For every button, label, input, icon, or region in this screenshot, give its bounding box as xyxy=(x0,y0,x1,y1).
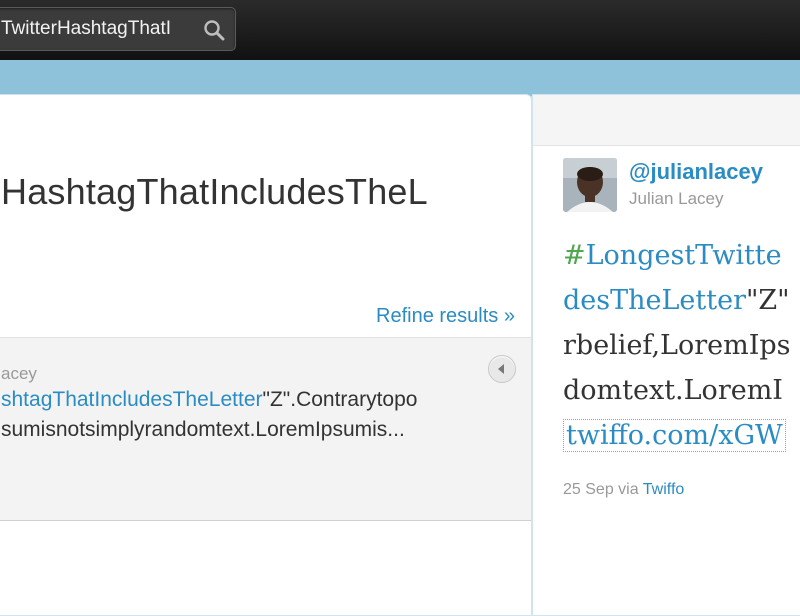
page-title: HashtagThatIncludesTheL xyxy=(1,171,428,212)
header-band xyxy=(0,60,800,96)
search-box[interactable] xyxy=(0,7,236,51)
source-link[interactable]: Twiffo xyxy=(643,481,685,498)
user-full-name: Julian Lacey xyxy=(629,189,724,208)
hash-symbol[interactable]: # xyxy=(563,240,586,271)
detail-header xyxy=(533,95,800,146)
tweet-body: #LongestTwitte desTheLetter"Z" rbelief,L… xyxy=(563,233,800,458)
tweet-line-5: twiffo.com/xGW xyxy=(563,413,800,458)
tweet-meta: 25 Sep via Twiffo xyxy=(563,481,684,499)
tweet-quote: "Z" xyxy=(746,285,790,316)
hashtag-link[interactable]: LongestTwitte xyxy=(586,240,782,271)
tweet-date[interactable]: 25 Sep xyxy=(563,481,614,498)
results-panel: HashtagThatIncludesTheL Refine results »… xyxy=(0,94,532,616)
collapse-button[interactable] xyxy=(488,355,516,383)
chevron-left-icon xyxy=(498,364,504,374)
hashtag-link-continued[interactable]: desTheLetter xyxy=(563,285,746,316)
profile-photo-icon xyxy=(563,158,617,212)
tweet-list-item[interactable]: acey shtagThatIncludesTheLetter"Z".Contr… xyxy=(0,337,531,521)
top-bar xyxy=(0,0,800,60)
refine-results-link[interactable]: Refine results » xyxy=(376,305,515,328)
tweet-text: "Z".Contrarytopo xyxy=(262,388,418,411)
tweet-line-1: #LongestTwitte xyxy=(563,233,800,278)
tweet-hashtag-link[interactable]: shtagThatIncludesTheLetter xyxy=(1,388,263,411)
tweet-text-line-2: sumisnotsimplyrandomtext.LoremIpsumis... xyxy=(1,418,405,441)
avatar[interactable] xyxy=(563,158,617,212)
tweet-text-line-1: shtagThatIncludesTheLetter"Z".Contraryto… xyxy=(1,388,417,412)
tweet-line-4: domtext.LoremI xyxy=(563,375,783,406)
search-icon[interactable] xyxy=(203,19,225,41)
tweet-url-link[interactable]: twiffo.com/xGW xyxy=(563,419,786,452)
via-label: via xyxy=(618,481,639,498)
tweet-detail-panel: @julianlacey Julian Lacey #LongestTwitte… xyxy=(532,94,800,616)
tweet-line-3: rbelief,LoremIps xyxy=(563,330,791,361)
user-handle-link[interactable]: @julianlacey xyxy=(629,159,763,185)
tweet-line-2: desTheLetter"Z" xyxy=(563,278,800,323)
search-input[interactable] xyxy=(0,8,201,50)
tweet-author[interactable]: acey xyxy=(1,364,37,384)
